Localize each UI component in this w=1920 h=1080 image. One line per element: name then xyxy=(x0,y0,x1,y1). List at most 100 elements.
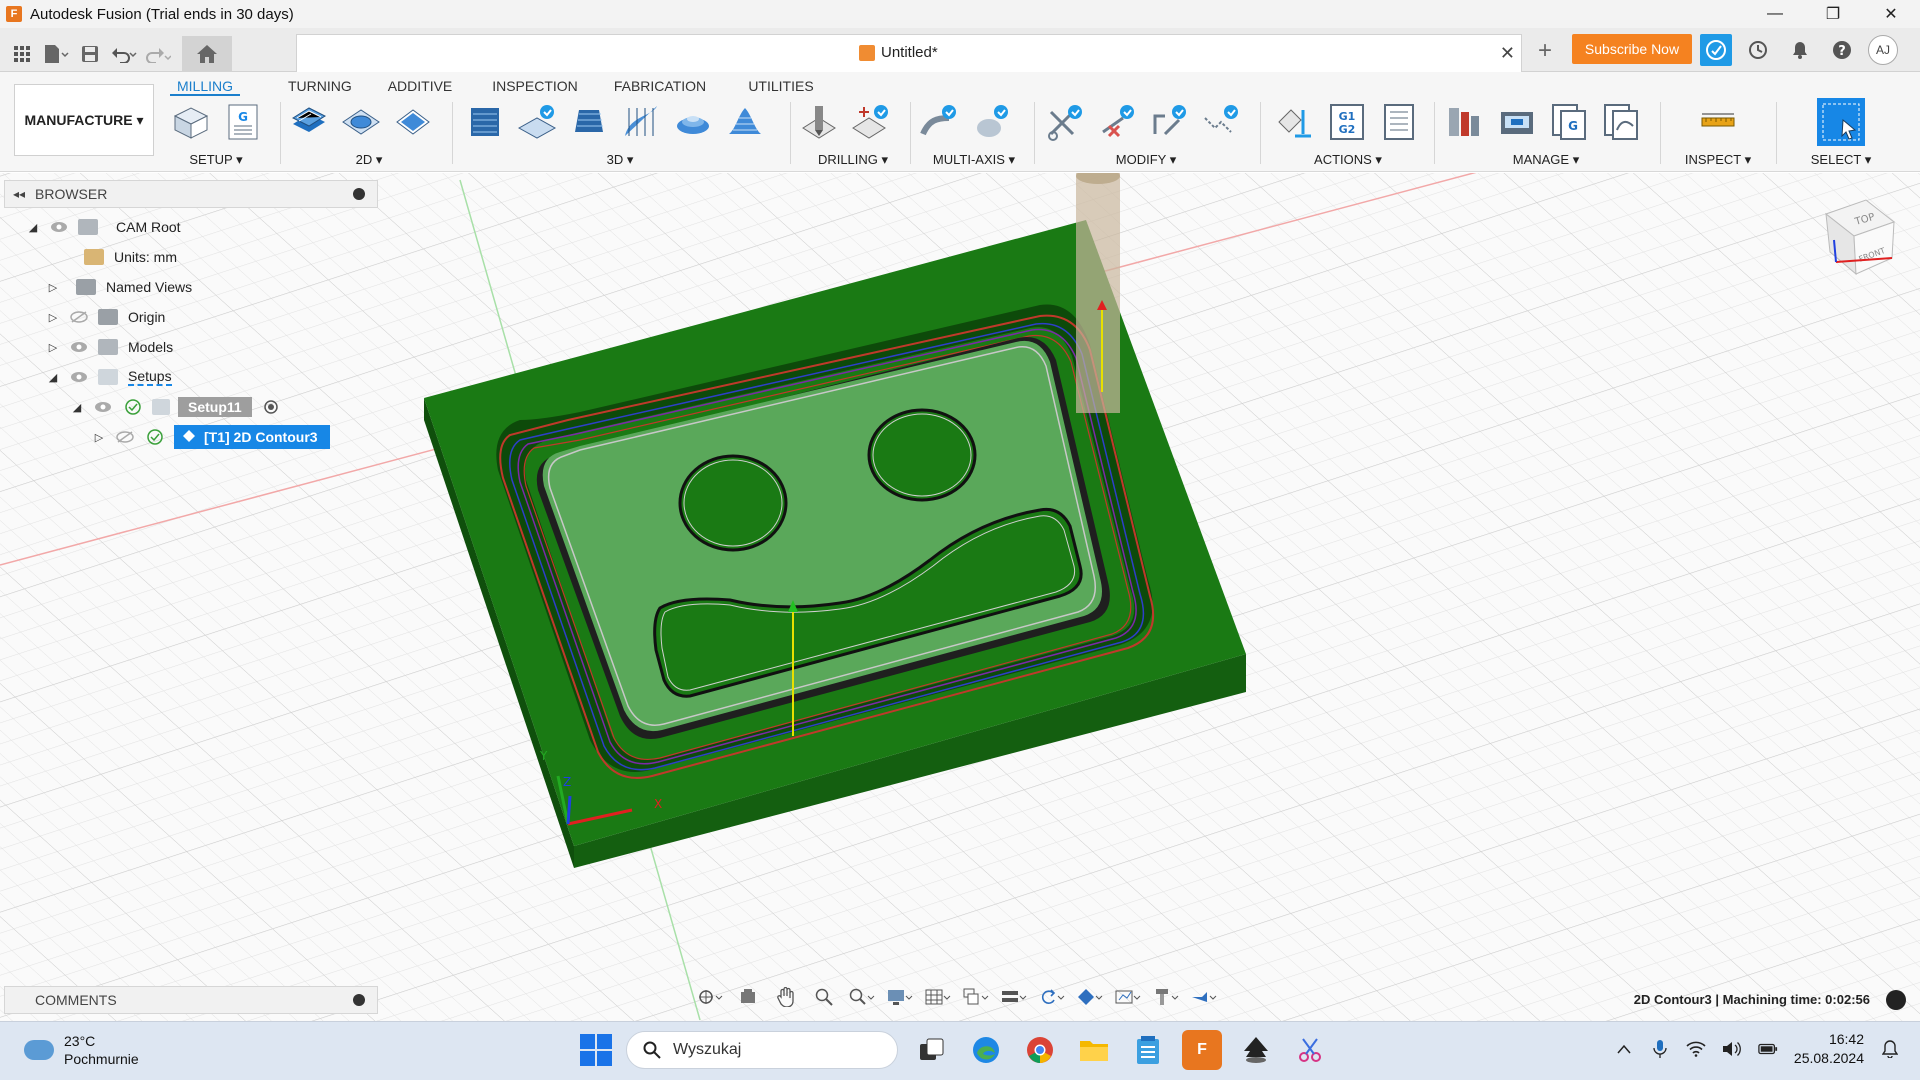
status-indicator-icon[interactable] xyxy=(1886,990,1906,1010)
system-clock[interactable]: 16:42 25.08.2024 xyxy=(1794,1030,1864,1068)
extensions-button[interactable] xyxy=(1700,34,1732,66)
2d-adaptive-icon[interactable] xyxy=(288,101,330,143)
task-view-icon[interactable] xyxy=(912,1030,952,1070)
2d-pocket-icon[interactable] xyxy=(340,101,382,143)
tab-additive[interactable]: ADDITIVE xyxy=(384,74,456,96)
drill-icon[interactable] xyxy=(798,101,840,143)
undo-icon[interactable] xyxy=(110,40,138,68)
close-tab-button[interactable]: ✕ xyxy=(1500,43,1515,64)
contour-icon[interactable] xyxy=(672,101,714,143)
browser-pin-icon[interactable] xyxy=(353,188,365,200)
visibility-hidden-icon[interactable] xyxy=(68,310,90,324)
notifications-button[interactable] xyxy=(1784,34,1816,66)
document-tab[interactable]: Untitled* ✕ xyxy=(296,34,1522,72)
hole-right[interactable] xyxy=(867,408,977,502)
subscribe-button[interactable]: Subscribe Now xyxy=(1572,34,1692,64)
edit-toolpath-icon[interactable] xyxy=(1148,101,1190,143)
visibility-eye-icon[interactable] xyxy=(92,400,114,414)
manage-group-label[interactable]: MANAGE ▾ xyxy=(1444,152,1648,168)
new-tab-button[interactable]: + xyxy=(1530,36,1560,66)
expand-arrow-icon[interactable]: ▷ xyxy=(46,341,60,354)
active-radio-icon[interactable] xyxy=(260,400,282,414)
expand-arrow-icon[interactable]: ▷ xyxy=(92,431,106,444)
collapse-arrow-icon[interactable]: ◢ xyxy=(70,401,84,414)
fusion-taskbar-icon[interactable]: F xyxy=(1182,1030,1222,1070)
tool-display-icon[interactable] xyxy=(1150,984,1182,1010)
multi-axis-group-label[interactable]: MULTI-AXIS ▾ xyxy=(918,152,1030,168)
inspect-group-label[interactable]: INSPECT ▾ xyxy=(1668,152,1768,168)
home-button[interactable] xyxy=(182,36,232,72)
trim-toolpath-icon[interactable] xyxy=(1044,101,1086,143)
battery-icon[interactable] xyxy=(1758,1039,1778,1059)
model-canvas[interactable]: X Y Z TOP FRONT xyxy=(0,173,1920,1021)
expand-arrow-icon[interactable]: ▷ xyxy=(46,311,60,324)
machine-display-icon[interactable] xyxy=(1188,984,1220,1010)
zoom-window-icon[interactable] xyxy=(846,984,878,1010)
edge-browser-icon[interactable] xyxy=(966,1030,1006,1070)
chrome-browser-icon[interactable] xyxy=(1020,1030,1060,1070)
microphone-icon[interactable] xyxy=(1650,1039,1670,1059)
zoom-icon[interactable] xyxy=(808,984,840,1010)
expand-arrow-icon[interactable]: ▷ xyxy=(46,281,60,294)
swarf-icon[interactable] xyxy=(970,101,1012,143)
parallel-icon[interactable] xyxy=(620,101,662,143)
tree-item-named-views[interactable]: ▷ Named Views xyxy=(46,274,192,300)
tab-utilities[interactable]: UTILITIES xyxy=(744,74,818,96)
tab-inspection[interactable]: INSPECTION xyxy=(490,74,580,96)
adaptive-clearing-icon[interactable] xyxy=(464,101,506,143)
3d-viewport[interactable]: X Y Z TOP FRONT xyxy=(0,173,1920,1021)
close-window-button[interactable]: ✕ xyxy=(1862,0,1920,28)
scallop-icon[interactable] xyxy=(724,101,766,143)
add-comment-icon[interactable] xyxy=(353,994,365,1006)
tree-item-setup11[interactable]: ◢ Setup11 xyxy=(70,394,282,420)
tree-item-units[interactable]: Units: mm xyxy=(76,244,177,270)
app-grid-icon[interactable] xyxy=(8,40,36,68)
selected-operation[interactable]: [T1] 2D Contour3 xyxy=(174,425,330,449)
remove-toolpath-icon[interactable] xyxy=(1096,101,1138,143)
tab-milling[interactable]: MILLING xyxy=(170,74,240,96)
section-analysis-icon[interactable] xyxy=(998,984,1030,1010)
multi-axis-contour-icon[interactable] xyxy=(918,101,960,143)
simulate-icon[interactable] xyxy=(1274,101,1316,143)
face-icon[interactable] xyxy=(392,101,434,143)
select-icon[interactable] xyxy=(1817,98,1865,146)
tree-item-2d-contour3[interactable]: ▷ [T1] 2D Contour3 xyxy=(92,424,330,450)
tree-item-setups[interactable]: ◢ Setups xyxy=(46,364,172,390)
drilling-group-label[interactable]: DRILLING ▾ xyxy=(798,152,908,168)
tab-fabrication[interactable]: FABRICATION xyxy=(608,74,712,96)
3d-group-label[interactable]: 3D ▾ xyxy=(464,152,776,168)
steep-and-shallow-icon[interactable] xyxy=(568,101,610,143)
notification-bell-icon[interactable] xyxy=(1880,1039,1900,1059)
wifi-icon[interactable] xyxy=(1686,1039,1706,1059)
collapse-arrow-icon[interactable]: ◢ xyxy=(46,371,60,384)
pocket-clearing-icon[interactable] xyxy=(516,101,558,143)
notepad-icon[interactable] xyxy=(1128,1030,1168,1070)
help-button[interactable]: ? xyxy=(1826,34,1858,66)
modify-group-label[interactable]: MODIFY ▾ xyxy=(1044,152,1248,168)
visibility-eye-icon[interactable] xyxy=(68,370,90,384)
toolpath-display-icon[interactable] xyxy=(1112,984,1144,1010)
look-at-icon[interactable] xyxy=(732,984,764,1010)
orbit-icon[interactable] xyxy=(694,984,726,1010)
chevron-up-icon[interactable] xyxy=(1614,1039,1634,1059)
collapse-arrow-icon[interactable]: ◢ xyxy=(26,221,40,234)
start-button[interactable] xyxy=(580,1034,612,1066)
measure-icon[interactable] xyxy=(1697,101,1739,143)
restore-button[interactable]: ❐ xyxy=(1804,0,1862,28)
2d-group-label[interactable]: 2D ▾ xyxy=(288,152,450,168)
nc-program-icon[interactable]: G xyxy=(222,101,264,143)
workspace-switcher[interactable]: MANUFACTURE ▾ xyxy=(14,84,154,156)
setup-group-label[interactable]: SETUP ▾ xyxy=(166,152,266,168)
select-group-label[interactable]: SELECT ▾ xyxy=(1786,152,1896,168)
file-explorer-icon[interactable] xyxy=(1074,1030,1114,1070)
job-status-button[interactable] xyxy=(1742,34,1774,66)
hole-recognition-icon[interactable] xyxy=(850,101,892,143)
save-icon[interactable] xyxy=(76,40,104,68)
refresh-icon[interactable] xyxy=(1036,984,1068,1010)
taskbar-search[interactable]: Wyszukaj xyxy=(626,1031,898,1069)
visibility-hidden-icon[interactable] xyxy=(114,430,136,444)
new-setup-icon[interactable] xyxy=(170,101,212,143)
tab-turning[interactable]: TURNING xyxy=(288,74,352,96)
tree-item-models[interactable]: ▷ Models xyxy=(46,334,173,360)
stock-display-icon[interactable] xyxy=(1074,984,1106,1010)
